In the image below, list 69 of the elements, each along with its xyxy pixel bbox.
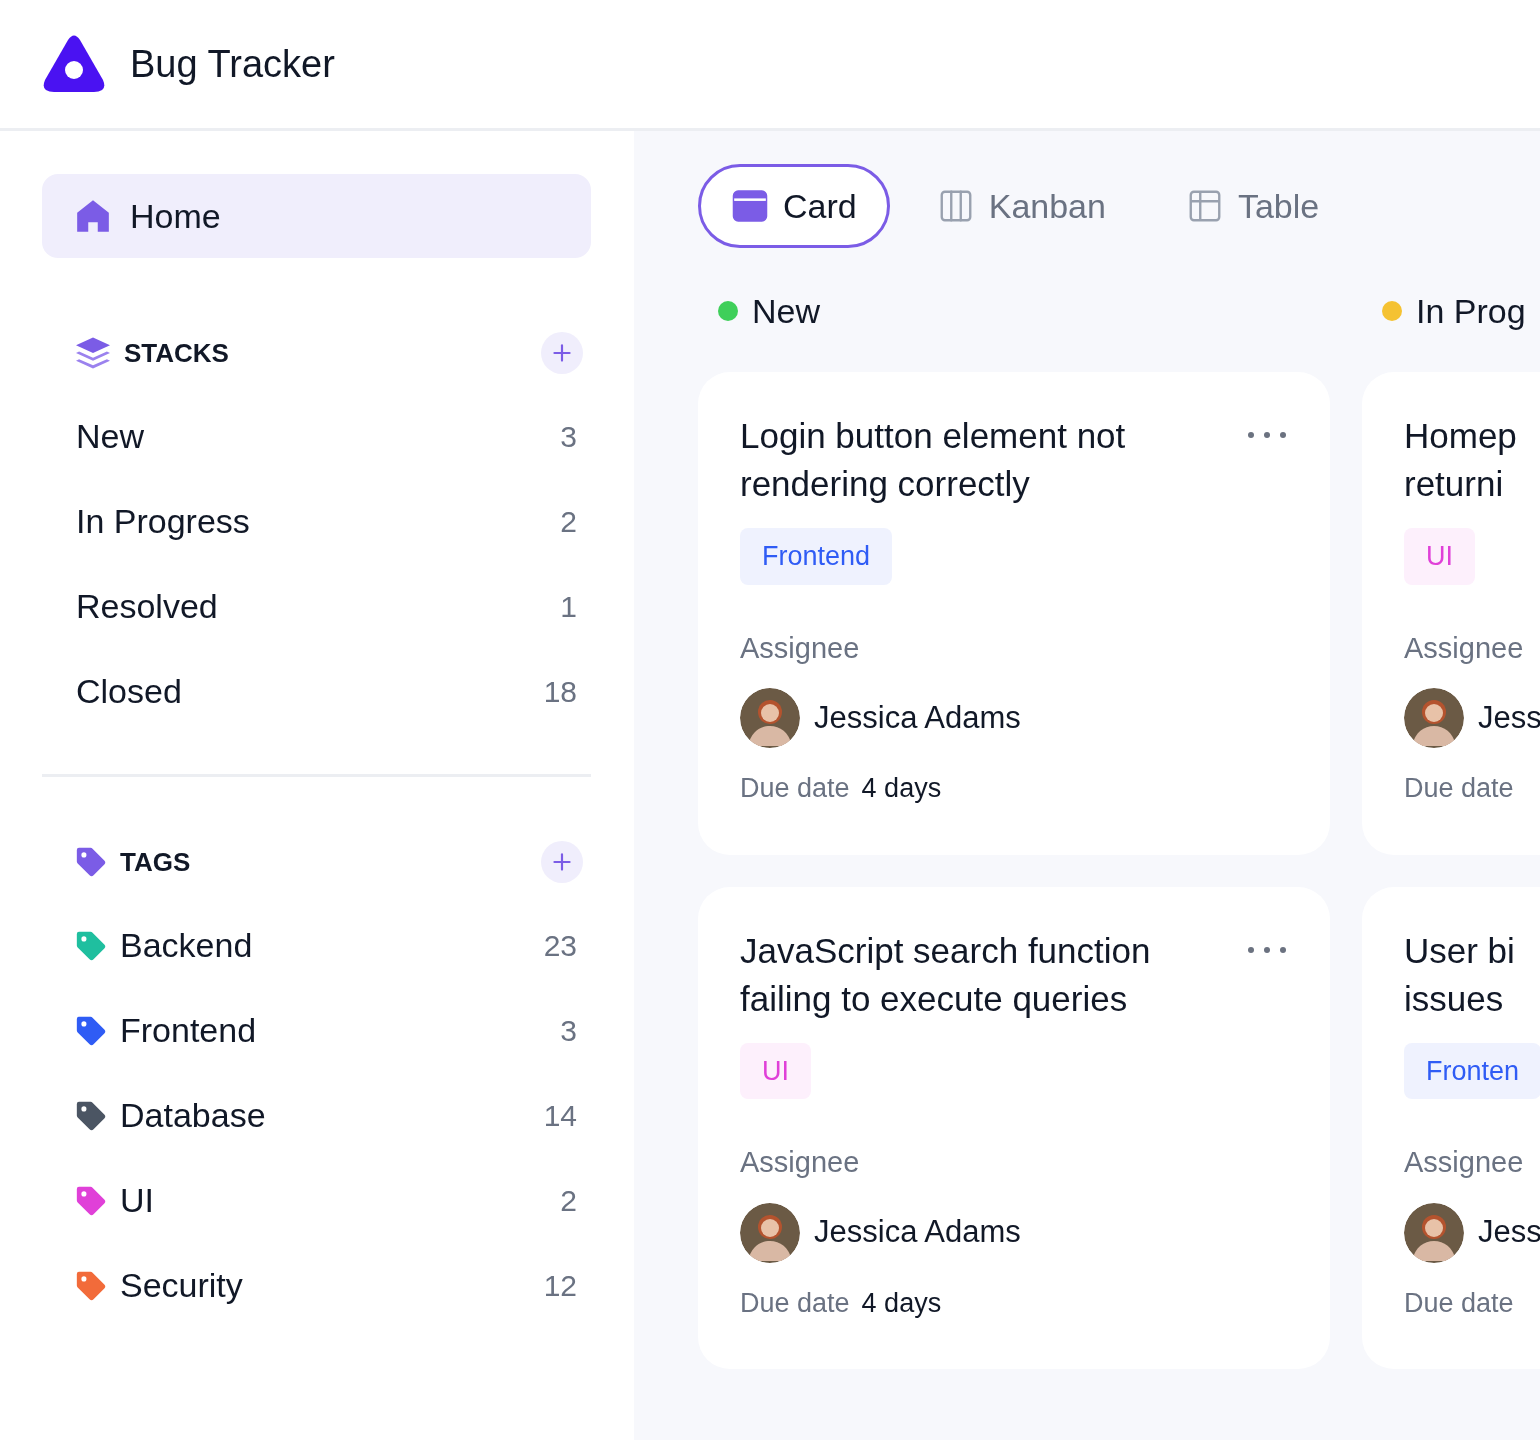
view-tab[interactable]: Card	[698, 164, 890, 248]
card-title: issues	[1404, 977, 1505, 1020]
card-title: Login button element not	[740, 415, 1126, 457]
card-title: rendering correctly	[740, 463, 1031, 505]
more-icon[interactable]	[1246, 430, 1288, 440]
tag-item[interactable]: Database	[120, 1090, 266, 1141]
card-title: Homep	[1404, 415, 1517, 457]
card-title: failing to execute queries	[740, 977, 1129, 1020]
assignee-label: Assignee	[740, 1145, 861, 1180]
card-title: JavaScript search function	[740, 929, 1151, 972]
add-tag-button[interactable]	[541, 841, 583, 883]
stack-count: 2	[560, 504, 577, 540]
column-title: New	[752, 290, 821, 332]
stacks-heading: STACKS	[124, 336, 229, 370]
assignee-label: Assignee	[1404, 630, 1525, 666]
stack-count: 1	[560, 589, 577, 625]
bug-card[interactable]: Login button element not rendering correctly Frontend Assignee Jessica Adams Due date 4 days	[698, 372, 1330, 855]
layers-icon	[74, 336, 112, 370]
stack-item[interactable]: New	[76, 411, 145, 462]
due-date-label: Due date	[1404, 1286, 1514, 1320]
stack-item[interactable]: In Progress	[76, 496, 250, 547]
assignee-name: Jess	[1478, 1213, 1540, 1252]
add-stack-button[interactable]	[541, 332, 583, 374]
stack-item[interactable]: Resolved	[76, 581, 218, 632]
due-date-label: Due date	[1404, 772, 1514, 805]
column-title: In Prog	[1416, 290, 1526, 332]
card-title: User bi	[1404, 929, 1515, 972]
avatar	[740, 688, 800, 748]
more-icon[interactable]	[1246, 944, 1288, 955]
stack-count: 3	[560, 419, 577, 455]
assignee-label: Assignee	[1404, 1145, 1525, 1180]
due-date-value: 4 days	[861, 772, 942, 805]
tag-count: 12	[543, 1268, 577, 1304]
assignee-name: Jessica Adams	[814, 698, 1021, 737]
tag-label: Fronten	[1404, 1042, 1540, 1099]
tags-heading: TAGS	[120, 845, 191, 879]
bug-card[interactable]: JavaScript search function failing to execute queries UI Assignee Jessica Adams Due date 4 days	[698, 886, 1330, 1369]
bug-card[interactable]: Homep returni UI Assignee Jess Due date	[1362, 372, 1540, 855]
tag-item[interactable]: Backend	[120, 920, 253, 971]
due-date-label: Due date	[740, 772, 850, 805]
tag-item[interactable]: UI	[120, 1175, 154, 1226]
tag-label: Frontend	[740, 528, 893, 585]
tag-label: UI	[740, 1042, 811, 1099]
avatar	[1404, 1202, 1464, 1263]
card-title: returni	[1404, 463, 1505, 505]
home-nav-item[interactable]: Home	[42, 174, 591, 258]
assignee-name: Jessica Adams	[814, 1213, 1021, 1252]
assignee-name: Jess	[1478, 698, 1540, 737]
app-title: Bug Tracker	[130, 41, 335, 87]
assignee-label: Assignee	[740, 630, 861, 666]
stack-count: 18	[543, 674, 577, 710]
stack-item[interactable]: Closed	[76, 666, 182, 717]
tag-icon	[74, 845, 108, 879]
tag-count: 14	[543, 1098, 577, 1134]
logo-icon	[42, 34, 106, 94]
bug-card[interactable]: User bi issues Fronten Assignee Jess Due date	[1362, 886, 1540, 1369]
view-tab[interactable]: Kanban	[903, 164, 1139, 248]
tag-item[interactable]: Security	[120, 1260, 243, 1311]
avatar	[1404, 688, 1464, 748]
tag-count: 3	[560, 1013, 577, 1049]
due-date-value: 4 days	[861, 1286, 942, 1320]
due-date-label: Due date	[740, 1286, 850, 1320]
card-icon	[731, 187, 769, 225]
tag-count: 2	[560, 1183, 577, 1219]
tag-item[interactable]: Frontend	[120, 1005, 257, 1056]
avatar	[740, 1202, 800, 1263]
view-tab[interactable]: Table	[1152, 164, 1353, 248]
tag-label: UI	[1404, 528, 1475, 585]
tag-count: 23	[543, 928, 577, 964]
